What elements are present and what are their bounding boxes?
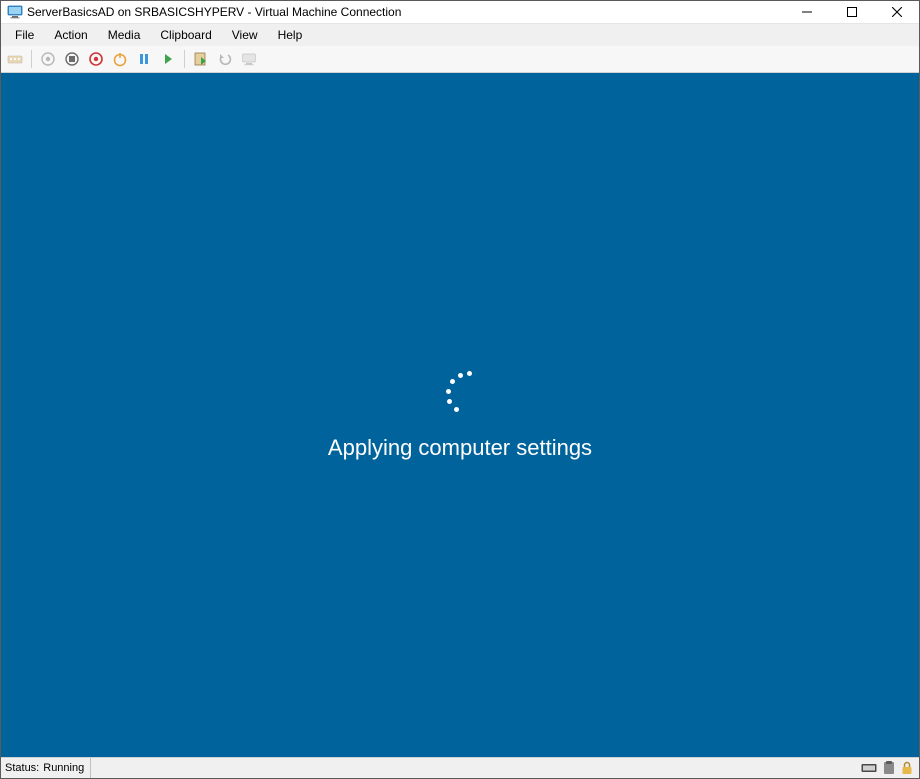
statusbar: Status: Running (1, 757, 919, 778)
vm-status-text: Applying computer settings (328, 435, 592, 461)
lock-icon (901, 761, 913, 775)
save-icon (112, 51, 128, 67)
clipboard-icon (883, 761, 895, 775)
shut-down-icon (88, 51, 104, 67)
minimize-button[interactable] (784, 1, 829, 23)
menu-file[interactable]: File (5, 24, 44, 46)
toolbar (1, 46, 919, 73)
close-button[interactable] (874, 1, 919, 23)
menu-action[interactable]: Action (44, 24, 97, 46)
pause-icon (136, 51, 152, 67)
vm-connection-window: ServerBasicsAD on SRBASICSHYPERV - Virtu… (0, 0, 920, 779)
menu-media[interactable]: Media (98, 24, 151, 46)
status-tray (861, 761, 915, 775)
ctrl-alt-del-button[interactable] (3, 47, 27, 71)
revert-button[interactable] (213, 47, 237, 71)
pause-button[interactable] (132, 47, 156, 71)
status-left: Status: Running (5, 758, 91, 778)
window-controls (784, 1, 919, 23)
turn-off-icon (64, 51, 80, 67)
menu-clipboard[interactable]: Clipboard (150, 24, 221, 46)
loading-spinner-icon (438, 369, 482, 413)
reset-icon (160, 51, 176, 67)
titlebar: ServerBasicsAD on SRBASICSHYPERV - Virtu… (1, 1, 919, 24)
revert-icon (217, 51, 233, 67)
enhanced-session-icon (241, 51, 257, 67)
start-button[interactable] (36, 47, 60, 71)
menu-view[interactable]: View (222, 24, 268, 46)
toolbar-separator (184, 50, 185, 68)
enhanced-session-button[interactable] (237, 47, 261, 71)
status-label: Status: (5, 762, 39, 774)
status-value: Running (43, 762, 84, 774)
toolbar-separator (31, 50, 32, 68)
vm-viewport[interactable]: Applying computer settings (1, 73, 919, 757)
turn-off-button[interactable] (60, 47, 84, 71)
start-icon (40, 51, 56, 67)
app-icon (7, 4, 23, 20)
checkpoint-button[interactable] (189, 47, 213, 71)
checkpoint-icon (193, 51, 209, 67)
reset-button[interactable] (156, 47, 180, 71)
ctrl-alt-del-icon (7, 51, 23, 67)
shut-down-button[interactable] (84, 47, 108, 71)
maximize-button[interactable] (829, 1, 874, 23)
window-title: ServerBasicsAD on SRBASICSHYPERV - Virtu… (27, 5, 784, 19)
menu-help[interactable]: Help (268, 24, 313, 46)
vm-screen: Applying computer settings (1, 73, 919, 757)
keyboard-icon (861, 762, 877, 774)
menubar: File Action Media Clipboard View Help (1, 24, 919, 46)
save-button[interactable] (108, 47, 132, 71)
